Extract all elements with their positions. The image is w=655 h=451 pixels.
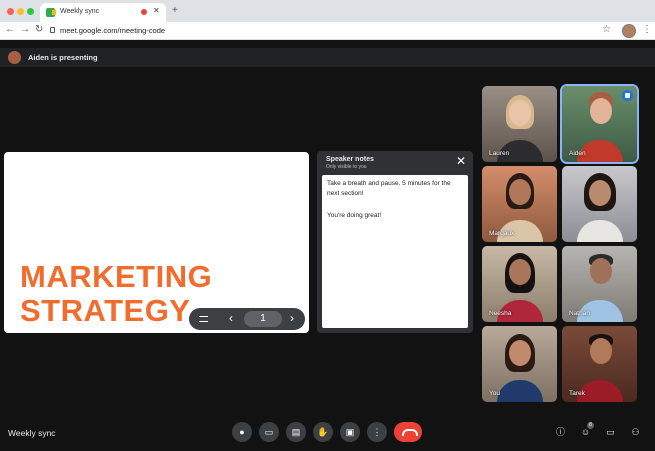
close-tab-icon[interactable]: ✕ xyxy=(153,6,160,15)
slide-page-number[interactable]: 1 xyxy=(244,311,282,327)
hand-icon: ✋ xyxy=(317,427,329,437)
address-bar: ← → ↻ meet.google.com/meeting-code ☆ ⋮ xyxy=(0,22,655,40)
camera-icon: ▭ xyxy=(264,427,274,437)
new-tab-icon[interactable]: + xyxy=(172,5,178,16)
notes-body[interactable]: Take a breath and pause. 5 minutes for t… xyxy=(322,175,468,328)
meeting-info-icon[interactable]: ⓘ xyxy=(554,426,567,439)
speaker-notes-icon[interactable] xyxy=(199,316,208,322)
chat-icon[interactable]: ▭ xyxy=(604,426,617,439)
lock-icon xyxy=(50,27,55,33)
participant-name: Lauren xyxy=(489,150,510,157)
present-button[interactable]: ▣ xyxy=(340,422,360,442)
participant-tile[interactable]: You xyxy=(482,326,557,402)
notes-title: Speaker notes xyxy=(326,156,374,163)
bookmark-star-icon[interactable]: ☆ xyxy=(602,24,611,35)
presenter-avatar xyxy=(8,51,21,64)
previous-slide-icon[interactable]: ‹ xyxy=(229,311,233,325)
minimize-window-button[interactable] xyxy=(17,8,24,15)
meeting-control-bar: Weekly sync ● ▭ ▤ ✋ ▣ ⋮ ⓘ ☺ 8 ▭ ⚇ xyxy=(0,418,655,451)
presenting-label: Aiden is presenting xyxy=(28,53,98,62)
participant-tile[interactable] xyxy=(562,166,637,242)
browser-tab-strip: Weekly sync ✕ + xyxy=(0,0,655,22)
end-call-button[interactable] xyxy=(394,422,422,442)
more-options-icon: ⋮ xyxy=(372,427,382,437)
participant-name: Tarek xyxy=(569,390,585,397)
slide-controls: ‹ 1 › xyxy=(189,308,305,330)
profile-avatar[interactable] xyxy=(622,24,636,38)
participant-tile[interactable]: Margaux xyxy=(482,166,557,242)
participant-tile[interactable]: Aiden xyxy=(562,86,637,162)
raise-hand-button[interactable]: ✋ xyxy=(313,422,333,442)
browser-menu-icon[interactable]: ⋮ xyxy=(642,24,652,35)
participant-tile[interactable]: Neesha xyxy=(482,246,557,322)
presenting-banner: Aiden is presenting xyxy=(0,48,655,67)
presentation-slide: MARKETING STRATEGY xyxy=(4,152,309,333)
participant-name: Aiden xyxy=(569,150,586,157)
activities-icon[interactable]: ⚇ xyxy=(629,426,642,439)
microphone-icon: ● xyxy=(239,427,245,437)
next-slide-icon[interactable]: › xyxy=(290,311,294,325)
participant-tile[interactable]: Lauren xyxy=(482,86,557,162)
slide-title-line-1: MARKETING xyxy=(20,259,213,294)
notes-subtitle: Only visible to you xyxy=(326,164,367,170)
back-icon[interactable]: ← xyxy=(5,24,15,35)
reload-icon[interactable]: ↻ xyxy=(35,24,43,35)
participant-name: You xyxy=(489,390,500,397)
participant-name: Neesha xyxy=(489,310,512,317)
slide-title-line-2: STRATEGY xyxy=(20,293,191,328)
notes-line: Take a breath and pause. 5 minutes for t… xyxy=(327,180,451,197)
browser-tab[interactable]: Weekly sync ✕ xyxy=(40,3,166,22)
close-window-button[interactable] xyxy=(7,8,14,15)
participant-name: Margaux xyxy=(489,230,515,237)
notes-line: You're doing great! xyxy=(327,212,382,219)
present-icon: ▣ xyxy=(345,427,355,437)
recording-icon xyxy=(141,9,147,15)
speaker-notes-panel: Speaker notes Only visible to you ✕ Take… xyxy=(317,151,473,333)
camera-button[interactable]: ▭ xyxy=(259,422,279,442)
forward-icon[interactable]: → xyxy=(20,24,30,35)
participant-tile[interactable]: Tarek xyxy=(562,326,637,402)
captions-button[interactable]: ▤ xyxy=(286,422,306,442)
url-field[interactable]: meet.google.com/meeting-code xyxy=(60,26,165,35)
captions-icon: ▤ xyxy=(291,427,301,437)
microphone-button[interactable]: ● xyxy=(232,422,252,442)
close-notes-icon[interactable]: ✕ xyxy=(456,154,466,168)
meet-favicon-icon xyxy=(46,8,56,17)
people-count-badge: 8 xyxy=(587,422,594,429)
maximize-window-button[interactable] xyxy=(27,8,34,15)
participant-name: Nathan xyxy=(569,310,590,317)
participant-tile[interactable]: Nathan xyxy=(562,246,637,322)
speaking-indicator-icon xyxy=(622,90,633,101)
tab-title: Weekly sync xyxy=(60,8,100,15)
meeting-title: Weekly sync xyxy=(8,428,56,438)
more-options-button[interactable]: ⋮ xyxy=(367,422,387,442)
